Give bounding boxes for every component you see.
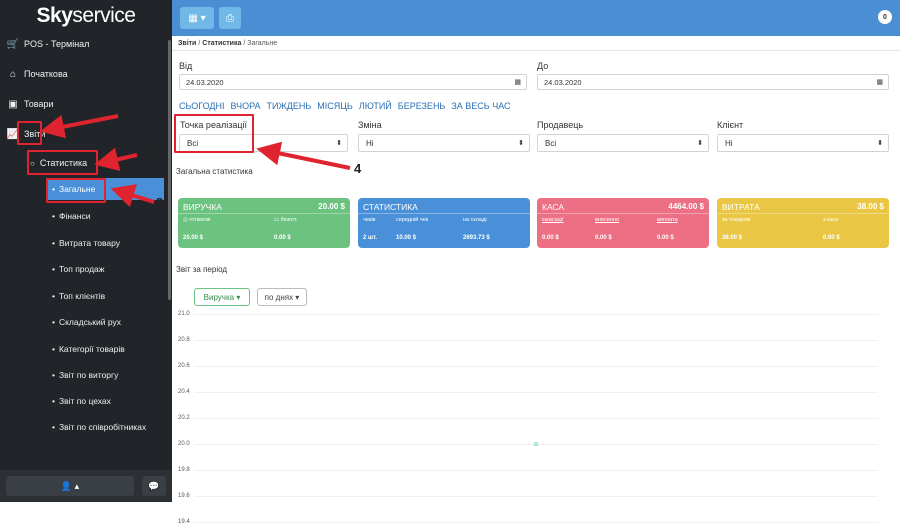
period-month[interactable]: МІСЯЦЬ <box>317 101 353 111</box>
y-tick-label: 20.2 <box>178 415 190 421</box>
grid-line <box>194 470 878 471</box>
period-links: СЬОГОДНІ ВЧОРА ТИЖДЕНЬ МІСЯЦЬ ЛЮТИЙ БЕРЕ… <box>179 101 511 111</box>
report-title: Звіт за період <box>176 265 228 274</box>
breadcrumb-statistics[interactable]: Статистика <box>202 40 241 47</box>
grid-line <box>194 314 878 315</box>
chat-button[interactable]: 💬 <box>142 476 166 496</box>
box-icon: ▣ <box>8 98 18 110</box>
printer-icon: ⎙ <box>226 12 234 24</box>
shift-label: Зміна <box>358 120 382 130</box>
breadcrumb-general: Загальне <box>247 40 278 47</box>
user-menu-button[interactable]: 👤 ▴ <box>6 476 134 496</box>
y-tick-label: 20.4 <box>178 389 190 395</box>
annotation-box-statistics <box>27 150 98 175</box>
updown-icon: ⬍ <box>877 140 883 147</box>
sidebar-subitem-top-clients[interactable]: • Топ клієнтів <box>0 285 168 307</box>
expense-card: ВИТРАТА 38.00 $ за товаром з каси 38.00 … <box>717 198 889 248</box>
calendar-icon: ▦ <box>514 79 521 86</box>
revenue-chart: 21.0 20.8 20.6 20.4 20.2 20.0 19.8 19.6 19.4 <box>172 308 900 525</box>
user-icon: 👤 ▴ <box>60 480 80 491</box>
grid-line <box>194 522 878 523</box>
data-point[interactable] <box>534 442 538 446</box>
to-label: До <box>537 61 549 71</box>
annotation-number-2: 2 <box>141 144 149 159</box>
y-tick-label: 20.0 <box>178 441 190 447</box>
y-tick-label: 21.0 <box>178 311 190 317</box>
sidebar-subitem-finance[interactable]: • Фінанси <box>0 205 168 227</box>
period-march[interactable]: БЕРЕЗЕНЬ <box>398 101 446 111</box>
grid-line <box>194 496 878 497</box>
breadcrumb: Звіти / Статистика / Загальне <box>178 40 278 47</box>
shift-select[interactable]: Ні ⬍ <box>358 134 530 152</box>
updown-icon: ⬍ <box>697 140 703 147</box>
sidebar-subitem-workshop-report[interactable]: • Звіт по цехах <box>0 390 168 412</box>
grouping-dropdown[interactable]: по днях ▾ <box>257 288 307 306</box>
sidebar-subitem-revenue-report[interactable]: • Звіт по виторгу <box>0 364 168 386</box>
chat-icon: 💬 <box>148 480 160 491</box>
from-label: Від <box>179 61 193 71</box>
y-tick-label: 19.4 <box>178 519 190 525</box>
payouts-link[interactable]: виплата <box>657 217 678 223</box>
calendar-icon: ▦ <box>876 79 883 86</box>
logo: Sky service <box>36 4 136 27</box>
y-tick-label: 19.6 <box>178 493 190 499</box>
annotation-box-general <box>46 178 106 203</box>
sidebar-subitem-categories[interactable]: • Категорії товарів <box>0 338 168 360</box>
statistics-card: СТАТИСТИКА чеків середній чек на складі … <box>358 198 530 248</box>
from-date-input[interactable]: 24.03.2020 ▦ <box>179 74 527 90</box>
grid-line <box>194 340 878 341</box>
period-all-time[interactable]: ЗА ВЕСЬ ЧАС <box>451 101 510 111</box>
client-select[interactable]: Ні ⬍ <box>717 134 889 152</box>
cart-icon: 🛒 <box>6 38 20 50</box>
card-icon: ▭ <box>274 217 281 223</box>
seller-label: Продавець <box>537 120 584 130</box>
grid-line <box>194 366 878 367</box>
y-tick-label: 20.6 <box>178 363 190 369</box>
notifications-badge[interactable]: 0 <box>878 10 892 24</box>
y-tick-label: 19.8 <box>178 467 190 473</box>
topbar: ▦ ▾ ⎙ 0 <box>172 0 900 36</box>
cashbox-card: КАСА 4464.00 $ інкасації внесення виплат… <box>537 198 709 248</box>
print-button[interactable]: ⎙ <box>219 7 241 29</box>
sidebar-subitem-top-sales[interactable]: • Топ продаж <box>0 258 168 280</box>
stats-title: Загальна статистика <box>176 167 253 176</box>
export-excel-button[interactable]: ▦ ▾ <box>180 7 214 29</box>
collections-link[interactable]: інкасації <box>542 217 564 223</box>
sidebar-item-products[interactable]: ▣ Товари <box>0 92 168 116</box>
to-date-input[interactable]: 24.03.2020 ▦ <box>537 74 889 90</box>
period-yesterday[interactable]: ВЧОРА <box>230 101 260 111</box>
main-content: Звіти / Статистика / Загальне Від 24.03.… <box>172 36 900 525</box>
grid-line <box>194 418 878 419</box>
period-week[interactable]: ТИЖДЕНЬ <box>267 101 312 111</box>
annotation-number-3: 3 <box>156 195 164 210</box>
y-tick-label: 20.8 <box>178 337 190 343</box>
sidebar: Sky service 🛒 POS - Термінал ⌂ Початкова ▣ Т… <box>0 0 172 502</box>
sidebar-subitem-goods-expense[interactable]: • Витрата товару <box>0 232 168 254</box>
period-today[interactable]: СЬОГОДНІ <box>179 101 224 111</box>
revenue-card: ВИРУЧКА 20.00 $ ◎ готівкові ▭ безгот. 20… <box>178 198 350 248</box>
sidebar-subitem-employee-report[interactable]: • Звіт по співробітниках <box>0 416 168 438</box>
caret-down-icon: ▾ <box>234 292 241 302</box>
metric-dropdown[interactable]: Виручка ▾ <box>194 288 250 306</box>
client-label: Клієнт <box>717 120 744 130</box>
caret-down-icon: ▾ <box>293 292 300 302</box>
sidebar-scrollbar[interactable] <box>168 40 171 300</box>
sidebar-item-pos[interactable]: 🛒 POS - Термінал <box>0 32 168 56</box>
home-icon: ⌂ <box>9 68 17 80</box>
excel-icon: ▦ ▾ <box>188 12 206 24</box>
annotation-box-point <box>174 114 254 153</box>
sidebar-subitem-warehouse[interactable]: • Складський рух <box>0 311 168 333</box>
breadcrumb-reports[interactable]: Звіти <box>178 40 196 47</box>
deposits-link[interactable]: внесення <box>595 217 619 223</box>
seller-select[interactable]: Всі ⬍ <box>537 134 709 152</box>
period-february[interactable]: ЛЮТИЙ <box>359 101 392 111</box>
annotation-number-1: 1 <box>120 103 128 118</box>
annotation-number-4: 4 <box>354 161 362 176</box>
updown-icon: ⬍ <box>336 140 342 147</box>
grid-line <box>194 392 878 393</box>
updown-icon: ⬍ <box>518 140 524 147</box>
sidebar-item-home[interactable]: ⌂ Початкова <box>0 62 168 86</box>
sidebar-bottom: 👤 ▴ 💬 <box>0 470 172 502</box>
annotation-box-reports <box>17 121 42 145</box>
